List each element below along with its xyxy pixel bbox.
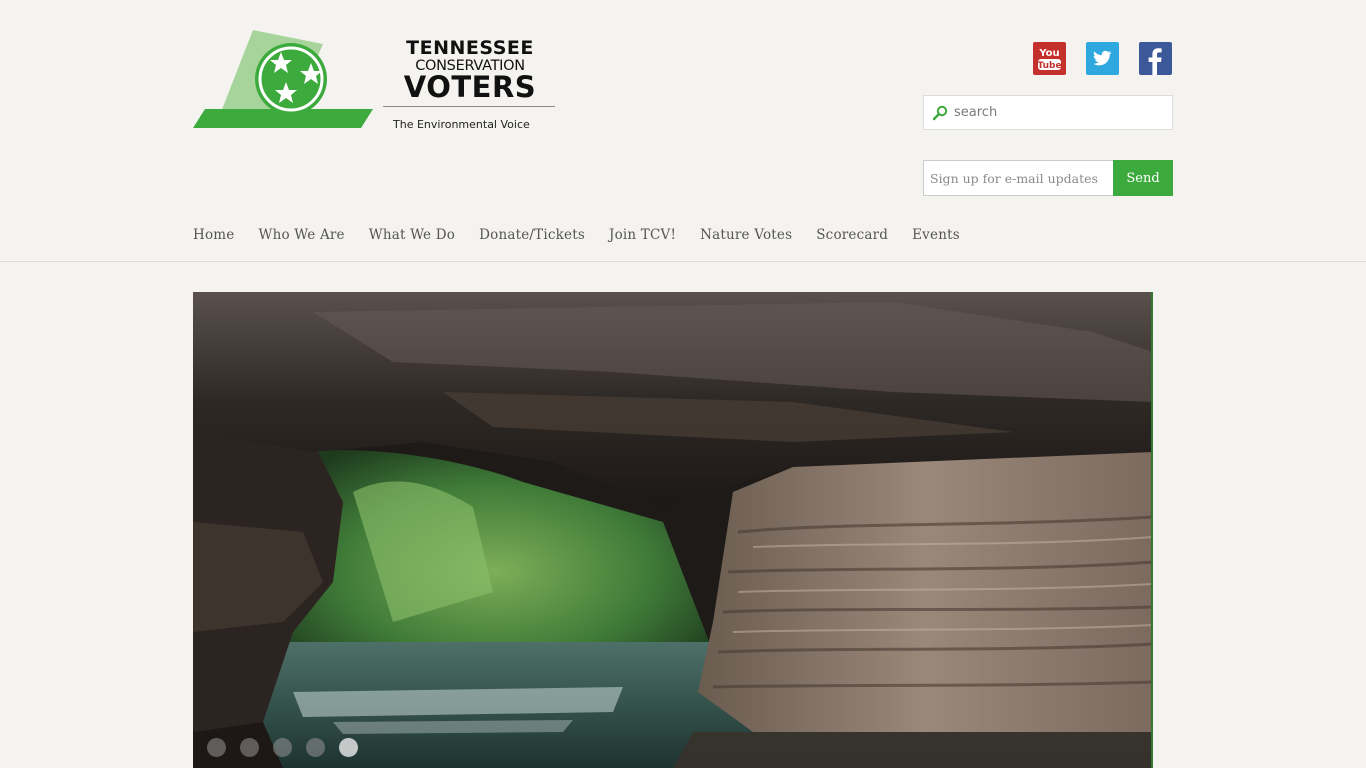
svg-text:You: You	[1038, 48, 1059, 59]
svg-text:Tube: Tube	[1037, 61, 1061, 71]
nav-item-nature-votes[interactable]: Nature Votes	[700, 227, 792, 243]
email-signup-field-wrapper	[923, 160, 1115, 196]
nav-item-donate-tickets[interactable]: Donate/Tickets	[479, 227, 585, 243]
logo-line-1: TENNESSEE	[406, 37, 534, 59]
slider-dot[interactable]	[207, 738, 226, 757]
slider-dot-active[interactable]	[339, 738, 358, 757]
main-nav: Home Who We Are What We Do Donate/Ticket…	[193, 227, 960, 243]
logo-tagline: The Environmental Voice	[393, 118, 530, 131]
tennessee-tristar-logo-mark	[193, 30, 373, 128]
search-box[interactable]	[923, 95, 1173, 130]
logo-line-3: VOTERS	[403, 69, 537, 104]
email-signup-input[interactable]	[930, 161, 1110, 195]
hero-right-edge	[1151, 292, 1153, 768]
search-icon	[932, 105, 948, 121]
twitter-icon	[1093, 50, 1112, 66]
send-button[interactable]: Send	[1113, 160, 1173, 196]
site-logo[interactable]: TENNESSEE CONSERVATION VOTERS The Enviro…	[193, 30, 558, 132]
logo-divider	[383, 106, 555, 107]
twitter-link[interactable]	[1086, 42, 1119, 75]
hero-slide-image[interactable]	[193, 292, 1153, 768]
nav-item-join-tcv[interactable]: Join TCV!	[609, 227, 676, 243]
nav-item-scorecard[interactable]: Scorecard	[816, 227, 888, 243]
slider-dot[interactable]	[306, 738, 325, 757]
nav-item-events[interactable]: Events	[912, 227, 960, 243]
youtube-icon: You Tube	[1037, 48, 1061, 71]
search-input[interactable]	[954, 96, 1164, 129]
facebook-icon	[1148, 48, 1162, 75]
nav-item-home[interactable]: Home	[193, 227, 235, 243]
slider-dot[interactable]	[273, 738, 292, 757]
nav-item-what-we-do[interactable]: What We Do	[369, 227, 455, 243]
youtube-link[interactable]: You Tube	[1033, 42, 1066, 75]
nav-divider	[0, 261, 1366, 262]
nav-item-who-we-are[interactable]: Who We Are	[259, 227, 345, 243]
rock-arch-river-photo	[193, 292, 1153, 768]
slider-dot[interactable]	[240, 738, 259, 757]
facebook-link[interactable]	[1139, 42, 1172, 75]
slider-pagination	[207, 738, 358, 757]
logo-wordmark: TENNESSEE CONSERVATION VOTERS	[385, 39, 555, 102]
